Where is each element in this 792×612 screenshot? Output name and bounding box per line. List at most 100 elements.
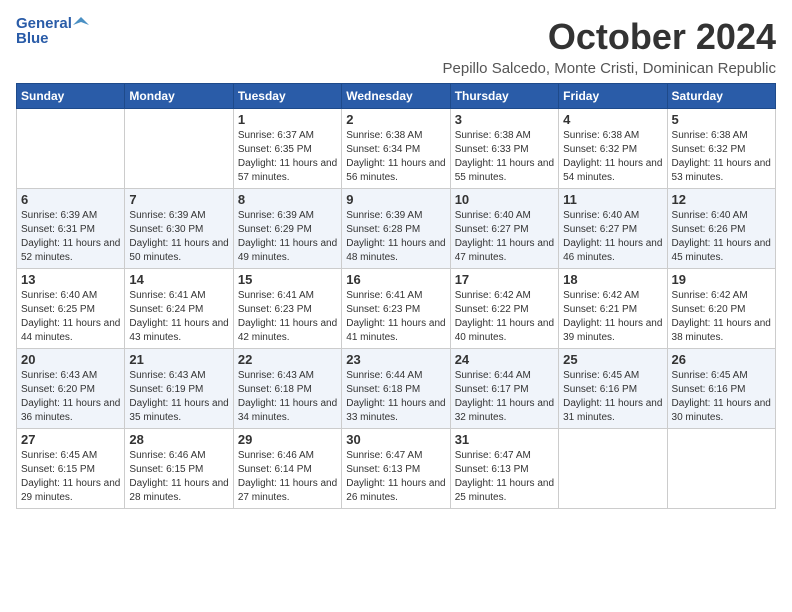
calendar-cell: 19 Sunrise: 6:42 AM Sunset: 6:20 PM Dayli… <box>667 269 775 349</box>
day-number: 19 <box>672 272 771 287</box>
calendar-cell: 29Sunrise: 6:46 AM Sunset: 6:14 PM Dayli… <box>233 429 341 509</box>
calendar-week-row: 20 Sunrise: 6:43 AM Sunset: 6:20 PM Dayli… <box>17 349 776 429</box>
day-number: 28 <box>129 432 228 447</box>
day-number: 11 <box>563 192 662 207</box>
calendar-cell: 10 Sunrise: 6:40 AM Sunset: 6:27 PM Dayli… <box>450 189 558 269</box>
day-info: Sunrise: 6:41 AM Sunset: 6:24 PM Dayligh… <box>129 289 228 345</box>
day-number: 20 <box>21 352 120 367</box>
day-number: 12 <box>672 192 771 207</box>
calendar-cell: 5Sunrise: 6:38 AM Sunset: 6:32 PM Daylig… <box>667 109 775 189</box>
location-title: Pepillo Salcedo, Monte Cristi, Dominican… <box>443 60 777 77</box>
day-number: 5 <box>672 112 771 127</box>
calendar-cell: 31 Sunrise: 6:47 AM Sunset: 6:13 PM Dayli… <box>450 429 558 509</box>
day-number: 8 <box>238 192 337 207</box>
weekday-header-wednesday: Wednesday <box>342 84 450 109</box>
calendar-week-row: 1Sunrise: 6:37 AM Sunset: 6:35 PM Daylig… <box>17 109 776 189</box>
calendar-cell <box>125 109 233 189</box>
calendar-cell: 11Sunrise: 6:40 AM Sunset: 6:27 PM Dayli… <box>559 189 667 269</box>
calendar-week-row: 13 Sunrise: 6:40 AM Sunset: 6:25 PM Dayli… <box>17 269 776 349</box>
day-number: 16 <box>346 272 445 287</box>
day-info: Sunrise: 6:40 AM Sunset: 6:25 PM Dayligh… <box>21 289 120 345</box>
calendar-cell: 20 Sunrise: 6:43 AM Sunset: 6:20 PM Dayli… <box>17 349 125 429</box>
calendar-cell: 14 Sunrise: 6:41 AM Sunset: 6:24 PM Dayli… <box>125 269 233 349</box>
calendar-cell: 3 Sunrise: 6:38 AM Sunset: 6:33 PM Daylig… <box>450 109 558 189</box>
day-info: Sunrise: 6:38 AM Sunset: 6:33 PM Dayligh… <box>455 129 554 185</box>
calendar-cell: 25 Sunrise: 6:45 AM Sunset: 6:16 PM Dayli… <box>559 349 667 429</box>
day-number: 27 <box>21 432 120 447</box>
calendar-cell: 12Sunrise: 6:40 AM Sunset: 6:26 PM Dayli… <box>667 189 775 269</box>
calendar-cell: 30 Sunrise: 6:47 AM Sunset: 6:13 PM Dayli… <box>342 429 450 509</box>
calendar-cell: 17Sunrise: 6:42 AM Sunset: 6:22 PM Dayli… <box>450 269 558 349</box>
calendar-cell: 4 Sunrise: 6:38 AM Sunset: 6:32 PM Daylig… <box>559 109 667 189</box>
calendar-cell: 23 Sunrise: 6:44 AM Sunset: 6:18 PM Dayli… <box>342 349 450 429</box>
day-info: Sunrise: 6:43 AM Sunset: 6:18 PM Dayligh… <box>238 369 337 425</box>
logo: General Blue <box>16 16 89 47</box>
calendar-cell: 13 Sunrise: 6:40 AM Sunset: 6:25 PM Dayli… <box>17 269 125 349</box>
month-title: October 2024 <box>443 16 777 58</box>
day-info: Sunrise: 6:39 AM Sunset: 6:29 PM Dayligh… <box>238 209 337 265</box>
day-info: Sunrise: 6:45 AM Sunset: 6:16 PM Dayligh… <box>563 369 662 425</box>
day-info: Sunrise: 6:39 AM Sunset: 6:28 PM Dayligh… <box>346 209 445 265</box>
calendar-cell: 21Sunrise: 6:43 AM Sunset: 6:19 PM Dayli… <box>125 349 233 429</box>
calendar-table: SundayMondayTuesdayWednesdayThursdayFrid… <box>16 83 776 509</box>
day-number: 6 <box>21 192 120 207</box>
day-info: Sunrise: 6:43 AM Sunset: 6:20 PM Dayligh… <box>21 369 120 425</box>
day-info: Sunrise: 6:38 AM Sunset: 6:32 PM Dayligh… <box>563 129 662 185</box>
day-number: 9 <box>346 192 445 207</box>
day-info: Sunrise: 6:45 AM Sunset: 6:15 PM Dayligh… <box>21 449 120 505</box>
logo-bird-icon <box>73 15 89 31</box>
weekday-header-tuesday: Tuesday <box>233 84 341 109</box>
day-info: Sunrise: 6:41 AM Sunset: 6:23 PM Dayligh… <box>346 289 445 345</box>
calendar-week-row: 27 Sunrise: 6:45 AM Sunset: 6:15 PM Dayli… <box>17 429 776 509</box>
day-number: 24 <box>455 352 554 367</box>
day-info: Sunrise: 6:38 AM Sunset: 6:34 PM Dayligh… <box>346 129 445 185</box>
day-info: Sunrise: 6:42 AM Sunset: 6:20 PM Dayligh… <box>672 289 771 345</box>
day-number: 30 <box>346 432 445 447</box>
calendar-cell: 16 Sunrise: 6:41 AM Sunset: 6:23 PM Dayli… <box>342 269 450 349</box>
calendar-cell: 1Sunrise: 6:37 AM Sunset: 6:35 PM Daylig… <box>233 109 341 189</box>
day-info: Sunrise: 6:47 AM Sunset: 6:13 PM Dayligh… <box>455 449 554 505</box>
day-info: Sunrise: 6:45 AM Sunset: 6:16 PM Dayligh… <box>672 369 771 425</box>
day-number: 14 <box>129 272 228 287</box>
day-number: 10 <box>455 192 554 207</box>
calendar-week-row: 6 Sunrise: 6:39 AM Sunset: 6:31 PM Daylig… <box>17 189 776 269</box>
day-info: Sunrise: 6:46 AM Sunset: 6:15 PM Dayligh… <box>129 449 228 505</box>
calendar-cell: 7Sunrise: 6:39 AM Sunset: 6:30 PM Daylig… <box>125 189 233 269</box>
weekday-header-row: SundayMondayTuesdayWednesdayThursdayFrid… <box>17 84 776 109</box>
day-number: 25 <box>563 352 662 367</box>
day-number: 13 <box>21 272 120 287</box>
calendar-cell: 26Sunrise: 6:45 AM Sunset: 6:16 PM Dayli… <box>667 349 775 429</box>
day-number: 2 <box>346 112 445 127</box>
day-number: 22 <box>238 352 337 367</box>
day-number: 4 <box>563 112 662 127</box>
calendar-cell <box>667 429 775 509</box>
day-number: 17 <box>455 272 554 287</box>
day-number: 15 <box>238 272 337 287</box>
calendar-cell: 22 Sunrise: 6:43 AM Sunset: 6:18 PM Dayli… <box>233 349 341 429</box>
day-info: Sunrise: 6:43 AM Sunset: 6:19 PM Dayligh… <box>129 369 228 425</box>
calendar-cell: 15Sunrise: 6:41 AM Sunset: 6:23 PM Dayli… <box>233 269 341 349</box>
day-number: 18 <box>563 272 662 287</box>
day-info: Sunrise: 6:47 AM Sunset: 6:13 PM Dayligh… <box>346 449 445 505</box>
calendar-cell: 18 Sunrise: 6:42 AM Sunset: 6:21 PM Dayli… <box>559 269 667 349</box>
calendar-cell: 2 Sunrise: 6:38 AM Sunset: 6:34 PM Daylig… <box>342 109 450 189</box>
calendar-cell <box>17 109 125 189</box>
calendar-cell: 8 Sunrise: 6:39 AM Sunset: 6:29 PM Daylig… <box>233 189 341 269</box>
logo-blue: Blue <box>16 31 89 48</box>
weekday-header-saturday: Saturday <box>667 84 775 109</box>
day-number: 3 <box>455 112 554 127</box>
day-number: 1 <box>238 112 337 127</box>
calendar-cell: 28 Sunrise: 6:46 AM Sunset: 6:15 PM Dayli… <box>125 429 233 509</box>
weekday-header-friday: Friday <box>559 84 667 109</box>
day-info: Sunrise: 6:44 AM Sunset: 6:18 PM Dayligh… <box>346 369 445 425</box>
calendar-cell: 24Sunrise: 6:44 AM Sunset: 6:17 PM Dayli… <box>450 349 558 429</box>
day-number: 23 <box>346 352 445 367</box>
day-info: Sunrise: 6:40 AM Sunset: 6:27 PM Dayligh… <box>455 209 554 265</box>
day-number: 31 <box>455 432 554 447</box>
day-info: Sunrise: 6:42 AM Sunset: 6:21 PM Dayligh… <box>563 289 662 345</box>
day-info: Sunrise: 6:39 AM Sunset: 6:31 PM Dayligh… <box>21 209 120 265</box>
day-number: 7 <box>129 192 228 207</box>
weekday-header-sunday: Sunday <box>17 84 125 109</box>
weekday-header-monday: Monday <box>125 84 233 109</box>
calendar-cell: 9 Sunrise: 6:39 AM Sunset: 6:28 PM Daylig… <box>342 189 450 269</box>
